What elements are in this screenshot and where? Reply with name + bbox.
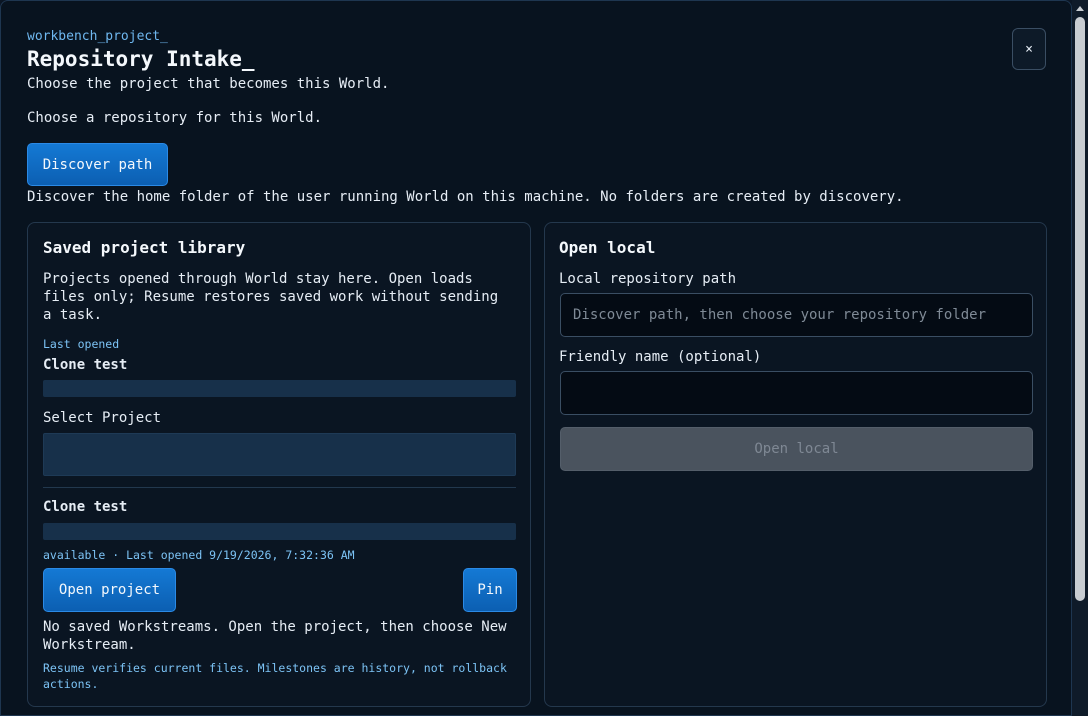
library-title: Saved project library <box>43 238 246 257</box>
resume-note: Resume verifies current files. Milestone… <box>43 661 507 691</box>
local-path-input[interactable] <box>560 293 1033 337</box>
friendly-name-label: Friendly name (optional) <box>559 349 762 365</box>
project-card-meta: available · Last opened 9/19/2026, 7:32:… <box>43 548 355 562</box>
select-project-label: Select Project <box>43 410 162 426</box>
library-description: Projects opened through World stay here.… <box>43 271 499 323</box>
workstreams-note: No saved Workstreams. Open the project, … <box>43 619 507 653</box>
dialog-kicker: workbench_project_ <box>27 29 168 44</box>
dialog-title: Repository Intake_ <box>27 47 255 71</box>
library-divider <box>43 487 516 488</box>
discover-hint: Discover the home folder of the user run… <box>27 189 904 205</box>
vertical-scrollbar[interactable] <box>1072 0 1088 716</box>
close-icon: × <box>1025 41 1033 57</box>
open-local-button[interactable]: Open local <box>560 427 1033 471</box>
last-opened-label: Last opened <box>43 337 120 351</box>
friendly-name-input[interactable] <box>560 371 1033 415</box>
scrollbar-thumb[interactable] <box>1075 17 1085 601</box>
open-project-button[interactable]: Open project <box>43 568 176 612</box>
repository-intake-dialog: workbench_project_ Repository Intake_ Ch… <box>0 0 1072 716</box>
last-opened-project-name[interactable]: Clone test <box>43 356 127 374</box>
dialog-subtitle: Choose the project that becomes this Wor… <box>27 76 390 92</box>
open-local-title: Open local <box>559 238 656 257</box>
scroll-up-icon[interactable] <box>1076 6 1084 11</box>
project-card-name: Clone test <box>43 499 128 515</box>
select-project-dropdown[interactable] <box>43 433 516 476</box>
last-opened-progress-bar <box>43 380 516 397</box>
local-path-label: Local repository path <box>559 271 737 287</box>
pin-button[interactable]: Pin <box>463 568 517 612</box>
repository-prompt: Choose a repository for this World. <box>27 110 323 126</box>
saved-project-library-panel: Saved project library Projects opened th… <box>27 222 531 707</box>
close-button[interactable]: × <box>1012 28 1046 70</box>
open-local-panel: Open local Local repository path Friendl… <box>544 222 1047 707</box>
project-card-bar <box>43 523 516 540</box>
discover-path-button[interactable]: Discover path <box>27 143 168 186</box>
